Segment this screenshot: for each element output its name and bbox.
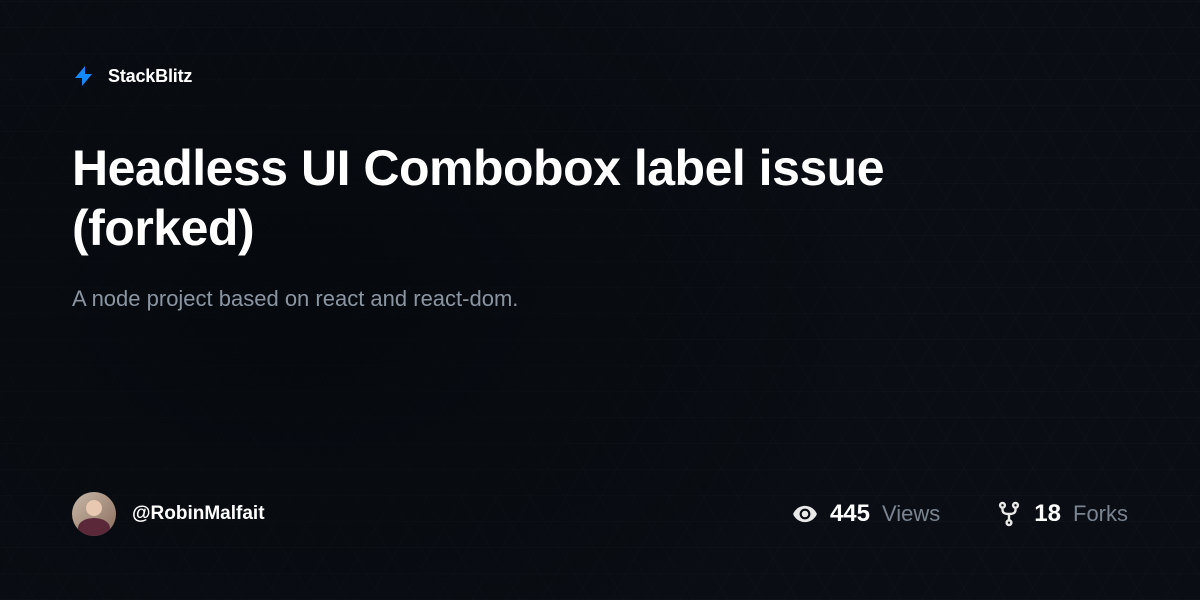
footer: @RobinMalfait 445 Views 18 F <box>72 492 1128 536</box>
forks-count: 18 <box>1034 500 1061 528</box>
eye-icon <box>792 501 818 527</box>
author-avatar[interactable] <box>72 492 116 536</box>
brand-name: StackBlitz <box>108 66 192 87</box>
fork-icon <box>996 501 1022 527</box>
project-description: A node project based on react and react-… <box>72 286 1128 312</box>
main-container: StackBlitz Headless UI Combobox label is… <box>0 0 1200 600</box>
brand-header: StackBlitz <box>72 64 1128 88</box>
forks-label: Forks <box>1073 501 1128 527</box>
project-title: Headless UI Combobox label issue (forked… <box>72 138 922 258</box>
views-label: Views <box>882 501 940 527</box>
stats-container: 445 Views 18 Forks <box>792 500 1128 528</box>
views-count: 445 <box>830 500 870 528</box>
bolt-icon <box>72 64 96 88</box>
views-stat: 445 Views <box>792 500 940 528</box>
author-username[interactable]: @RobinMalfait <box>132 503 265 525</box>
forks-stat: 18 Forks <box>996 500 1128 528</box>
